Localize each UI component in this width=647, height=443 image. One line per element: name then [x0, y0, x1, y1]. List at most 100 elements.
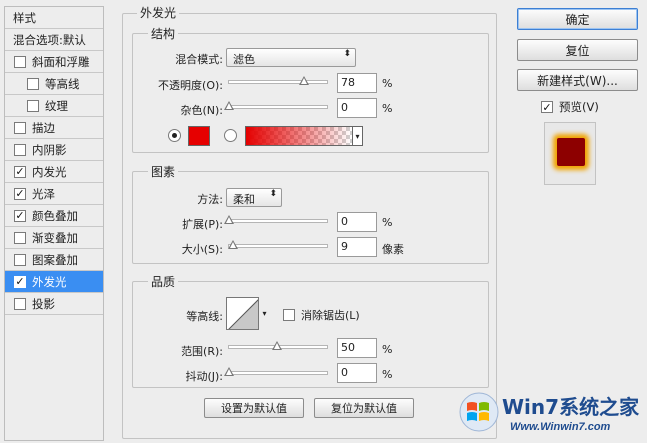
antialias-label: 消除锯齿(L) [301, 309, 360, 322]
size-slider-thumb[interactable] [227, 240, 238, 249]
spread-slider-thumb[interactable] [224, 215, 234, 224]
quality-title: 品质 [148, 273, 179, 290]
range-input[interactable]: 50 [337, 338, 377, 358]
glow-color-swatch[interactable] [188, 126, 210, 146]
blend-mode-select[interactable]: 滤色 ⬍ [226, 48, 356, 67]
noise-slider[interactable] [224, 101, 328, 110]
size-unit: 像素 [382, 243, 404, 256]
style-item-label: 渐变叠加 [32, 230, 78, 245]
range-slider[interactable] [228, 341, 328, 350]
opacity-slider-thumb[interactable] [298, 76, 309, 85]
style-item-checkbox[interactable]: ✓ [14, 275, 26, 288]
set-default-button[interactable]: 设置为默认值 [204, 398, 304, 418]
styles-empty-area [5, 327, 103, 441]
solid-color-radio[interactable] [168, 129, 181, 142]
style-item-label: 纹理 [45, 98, 68, 113]
style-item-label: 描边 [32, 120, 55, 135]
style-item[interactable]: 内阴影 [5, 139, 103, 161]
new-style-button[interactable]: 新建样式(W)... [517, 69, 638, 91]
glow-gradient-picker[interactable] [245, 126, 353, 146]
style-item[interactable]: 等高线 [5, 73, 103, 95]
gradient-dropdown-icon[interactable]: ▾ [352, 126, 363, 146]
size-slider[interactable] [227, 240, 328, 249]
antialias-checkbox-row[interactable]: 消除锯齿(L) [283, 307, 360, 323]
style-item[interactable]: 斜面和浮雕 [5, 51, 103, 73]
jitter-slider[interactable] [224, 367, 328, 376]
reset-default-button[interactable]: 复位为默认值 [314, 398, 414, 418]
windows-logo-icon [459, 392, 499, 432]
styles-header: 样式 [5, 7, 103, 29]
style-item-checkbox[interactable]: ✓ [14, 209, 26, 222]
preview-checkbox[interactable]: ✓ [541, 101, 553, 113]
method-value: 柔和 [233, 193, 255, 206]
style-item[interactable]: 描边 [5, 117, 103, 139]
style-item-label: 投影 [32, 296, 55, 311]
opacity-slider[interactable] [228, 76, 328, 85]
style-item-checkbox[interactable]: ✓ [14, 165, 26, 178]
spread-input[interactable]: 0 [337, 212, 377, 232]
style-item-checkbox[interactable] [27, 99, 39, 112]
style-item-label: 颜色叠加 [32, 208, 78, 223]
jitter-input[interactable]: 0 [337, 363, 377, 383]
styles-panel: 样式 混合选项:默认 斜面和浮雕等高线纹理描边内阴影 ✓ 内发光 ✓ 光泽 ✓ 颜色叠加渐变… [4, 6, 104, 441]
style-item-checkbox[interactable] [14, 297, 26, 310]
style-item-checkbox[interactable]: ✓ [14, 187, 26, 200]
jitter-unit: % [382, 368, 393, 381]
spread-unit: % [382, 216, 393, 229]
spread-label: 扩展(P): [182, 218, 223, 231]
range-slider-thumb[interactable] [272, 341, 282, 350]
contour-label: 等高线: [186, 310, 223, 323]
style-item-checkbox[interactable] [14, 231, 26, 244]
noise-input[interactable]: 0 [337, 98, 377, 118]
style-item[interactable]: ✓ 内发光 [5, 161, 103, 183]
style-item-checkbox[interactable] [27, 77, 39, 90]
ok-button[interactable]: 确定 [517, 8, 638, 30]
size-input[interactable]: 9 [337, 237, 377, 257]
size-label: 大小(S): [181, 243, 223, 256]
style-item[interactable]: 图案叠加 [5, 249, 103, 271]
method-select[interactable]: 柔和 ⬍ [226, 188, 282, 207]
style-item[interactable]: 渐变叠加 [5, 227, 103, 249]
method-label: 方法: [197, 193, 223, 206]
style-item[interactable]: ✓ 外发光 [5, 271, 103, 293]
gradient-radio[interactable] [224, 129, 237, 142]
contour-picker[interactable] [226, 297, 259, 330]
preview-checkbox-row[interactable]: ✓ 预览(V) [541, 99, 599, 115]
watermark: Win7系统之家 Www.Winwin7.com [458, 387, 647, 443]
style-item-label: 内阴影 [32, 142, 67, 157]
style-item-checkbox[interactable] [14, 55, 26, 68]
spread-slider[interactable] [224, 215, 328, 224]
range-label: 范围(R): [181, 345, 223, 358]
watermark-url: Www.Winwin7.com [510, 421, 611, 433]
style-item-label: 光泽 [32, 186, 55, 201]
reset-button[interactable]: 复位 [517, 39, 638, 61]
style-item[interactable]: ✓ 光泽 [5, 183, 103, 205]
style-item[interactable]: 纹理 [5, 95, 103, 117]
style-item-label: 斜面和浮雕 [32, 54, 90, 69]
opacity-unit: % [382, 77, 393, 90]
contour-curve-icon [228, 299, 258, 329]
style-item[interactable]: ✓ 颜色叠加 [5, 205, 103, 227]
antialias-checkbox[interactable] [283, 309, 295, 321]
outer-glow-title: 外发光 [137, 4, 180, 21]
style-item-checkbox[interactable] [14, 253, 26, 266]
style-item-label: 图案叠加 [32, 252, 78, 267]
select-arrows-icon: ⬍ [343, 49, 351, 59]
style-item-checkbox[interactable] [14, 143, 26, 156]
preview-label: 预览(V) [559, 100, 599, 114]
opacity-input[interactable]: 78 [337, 73, 377, 93]
jitter-slider-thumb[interactable] [224, 367, 234, 376]
select-arrows-icon: ⬍ [269, 189, 277, 199]
blending-options[interactable]: 混合选项:默认 [5, 29, 103, 51]
style-item[interactable]: 投影 [5, 293, 103, 315]
noise-label: 杂色(N): [180, 104, 223, 117]
style-item-label: 内发光 [32, 164, 67, 179]
style-item-label: 等高线 [45, 76, 80, 91]
range-unit: % [382, 343, 393, 356]
style-preview-thumbnail [544, 122, 596, 185]
noise-slider-thumb[interactable] [224, 101, 234, 110]
structure-title: 结构 [148, 25, 179, 42]
opacity-label: 不透明度(O): [158, 79, 223, 92]
style-item-checkbox[interactable] [14, 121, 26, 134]
contour-dropdown-icon[interactable]: ▾ [260, 297, 269, 330]
